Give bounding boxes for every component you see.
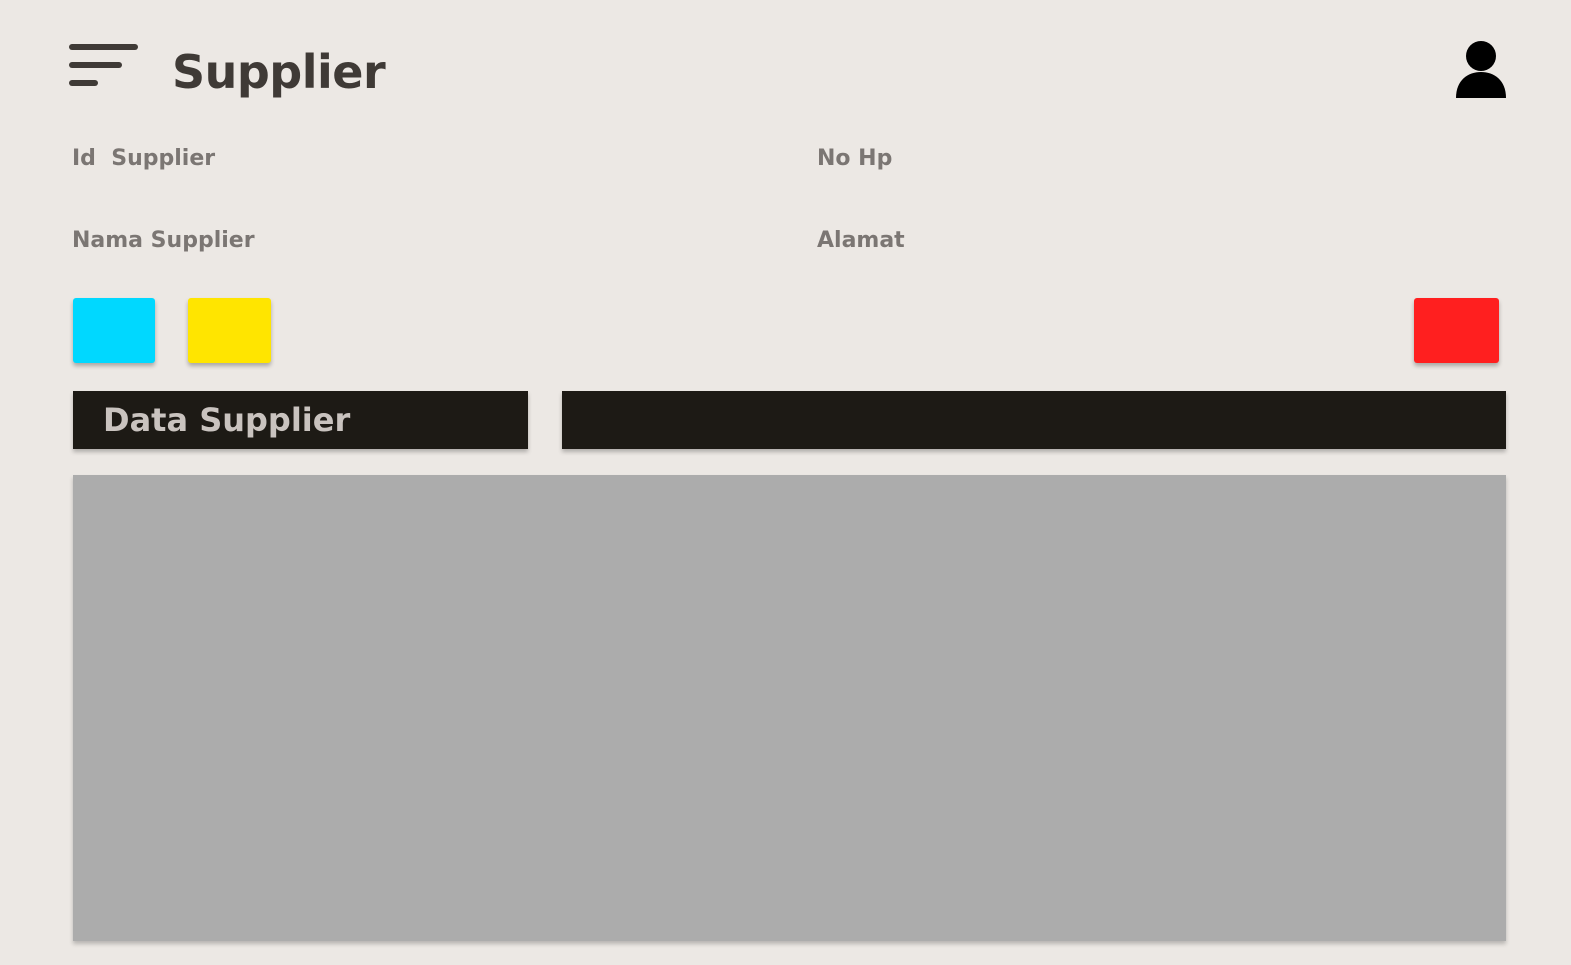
user-icon [1456,41,1506,98]
hamburger-menu-icon [69,44,138,86]
alamat-label: Alamat [817,228,905,253]
red-action-button[interactable] [1414,298,1499,363]
supplier-table[interactable] [73,475,1506,941]
id-supplier-label: Id Supplier [72,146,216,171]
search-bar[interactable] [562,391,1506,449]
data-supplier-header: Data Supplier [73,391,528,449]
cyan-action-button[interactable] [73,298,155,363]
yellow-action-button[interactable] [188,298,271,363]
no-hp-label: No Hp [817,146,893,171]
menu-icon[interactable] [68,42,140,90]
data-supplier-title: Data Supplier [103,401,351,439]
user-account-button[interactable] [1454,40,1508,100]
page-title: Supplier [172,45,386,99]
nama-supplier-label: Nama Supplier [72,228,255,253]
